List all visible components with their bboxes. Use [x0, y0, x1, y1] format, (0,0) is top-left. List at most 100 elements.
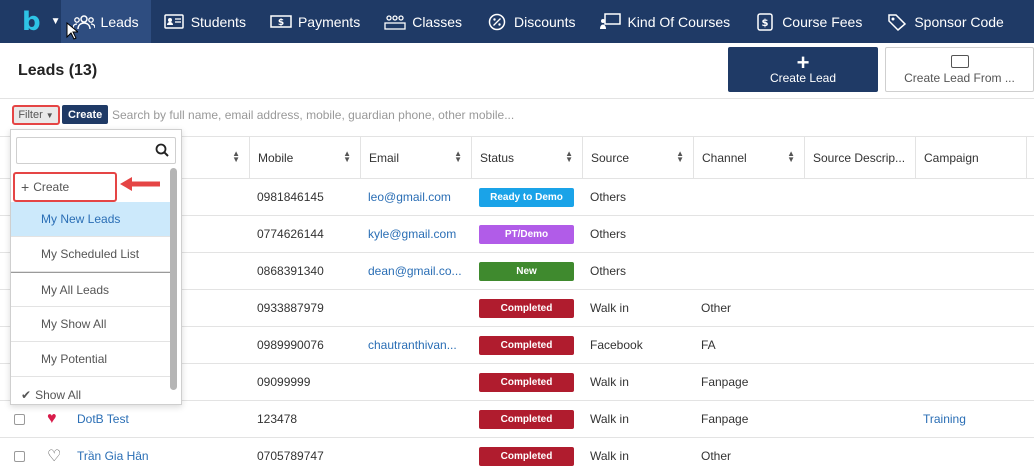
- cell-channel: [693, 253, 804, 289]
- column-label: Mobile: [258, 151, 294, 165]
- filter-option-my-new-leads[interactable]: My New Leads: [11, 202, 170, 237]
- column-header-email[interactable]: Email ▲ ▼: [360, 137, 471, 179]
- sort-icon: ▲ ▼: [343, 149, 351, 164]
- cell-status: Completed: [471, 290, 582, 326]
- nav-course-fees[interactable]: $ Course Fees: [742, 0, 874, 43]
- column-header-campaign[interactable]: Campaign: [915, 137, 1026, 179]
- filter-bar: Filter ▼ Create: [0, 100, 1034, 130]
- dropdown-scrollbar[interactable]: [170, 168, 177, 390]
- chalkboard-icon: [599, 13, 622, 31]
- filter-option-my-scheduled-list[interactable]: My Scheduled List: [11, 237, 170, 272]
- heart-outline-icon[interactable]: ♡: [47, 446, 61, 466]
- cell-name[interactable]: DotB Test: [69, 401, 249, 437]
- cell-channel: Other: [701, 449, 732, 463]
- cell-mobile: 0705789747: [257, 449, 324, 463]
- cell-name[interactable]: Trần Gia Hân: [69, 438, 249, 472]
- column-header-source-description[interactable]: Source Descrip...: [804, 137, 915, 179]
- filter-option-my-potential[interactable]: My Potential: [11, 342, 170, 377]
- nav-classes[interactable]: Classes: [372, 0, 474, 43]
- check-icon: ✔: [21, 388, 32, 402]
- cell-email: [360, 364, 471, 400]
- nav-kind-of-courses[interactable]: Kind Of Courses: [587, 0, 742, 43]
- status-badge: Completed: [479, 409, 574, 429]
- create-lead-from-button[interactable]: Create Lead From ...: [885, 47, 1034, 92]
- cell-source: Others: [590, 190, 627, 204]
- cell-source_desc: [804, 216, 915, 252]
- status-badge: New: [479, 261, 574, 281]
- create-filter-button[interactable]: Create: [62, 105, 109, 124]
- cell-channel: Other: [701, 301, 732, 315]
- nav-students[interactable]: Students: [151, 0, 258, 43]
- row-select-cell: ♡: [0, 438, 69, 472]
- nav-payments[interactable]: $ Payments: [258, 0, 372, 43]
- cell-email[interactable]: leo@gmail.com: [360, 179, 471, 215]
- cell-email[interactable]: chautranthivan...: [360, 327, 471, 363]
- annotation-arrow-icon: [120, 177, 160, 191]
- cell-email: [360, 438, 471, 472]
- cell-source: Facebook: [590, 338, 643, 352]
- top-navbar: b ▼ Leads Students $ Payments Classes Di…: [0, 0, 1034, 43]
- cell-mobile: 0774626144: [257, 227, 324, 241]
- column-header-status[interactable]: Status ▲ ▼: [471, 137, 582, 179]
- page-header: Leads (13) + Create Lead Create Lead Fro…: [0, 43, 1034, 99]
- caret-down-icon: ▼: [45, 110, 54, 120]
- cell-campaign: [915, 364, 1026, 400]
- cell-source_desc: [804, 401, 915, 437]
- table-row[interactable]: ♡ Trần Gia Hân 0705789747 Completed Walk in O…: [0, 438, 1034, 472]
- nav-discounts[interactable]: Discounts: [474, 0, 587, 43]
- filter-option-show-all[interactable]: ✔ Show All: [11, 385, 170, 405]
- dropdown-search-input[interactable]: [21, 138, 151, 163]
- column-header-mobile[interactable]: Mobile ▲ ▼: [249, 137, 360, 179]
- sort-icon: ▲ ▼: [787, 149, 795, 164]
- cell-email[interactable]: kyle@gmail.com: [360, 216, 471, 252]
- heart-filled-icon[interactable]: ♥: [47, 410, 57, 428]
- nav-course-fees-label: Course Fees: [782, 13, 863, 30]
- svg-text:$: $: [278, 18, 284, 28]
- plus-icon: +: [796, 49, 810, 75]
- row-checkbox[interactable]: [14, 413, 25, 425]
- cell-source: Walk in: [590, 412, 629, 426]
- nav-payments-label: Payments: [297, 13, 361, 30]
- filter-button[interactable]: Filter ▼: [12, 105, 60, 125]
- id-card-icon: [950, 54, 969, 68]
- mouse-cursor-icon: [66, 22, 78, 40]
- column-header-end: [1026, 137, 1034, 179]
- column-label: Source: [591, 151, 630, 165]
- sort-icon: ▲ ▼: [454, 149, 462, 164]
- show-all-label: Show All: [35, 388, 82, 402]
- cell-mobile: 0989990076: [257, 338, 324, 352]
- table-row[interactable]: ♥ DotB Test 123478 Completed Walk in Fanpage T…: [0, 401, 1034, 438]
- cell-status: New: [471, 253, 582, 289]
- cell-status: Ready to Demo: [471, 179, 582, 215]
- cell-email[interactable]: dean@gmail.co...: [360, 253, 471, 289]
- cell-channel: [693, 179, 804, 215]
- cell-campaign: [915, 179, 1026, 215]
- filter-option-my-all-leads[interactable]: My All Leads: [11, 272, 170, 307]
- create-lead-button[interactable]: + Create Lead: [728, 47, 878, 92]
- row-checkbox[interactable]: [14, 450, 25, 462]
- cell-email: [360, 290, 471, 326]
- classroom-icon: [384, 13, 406, 31]
- nav-kind-of-courses-label: Kind Of Courses: [627, 13, 731, 30]
- plus-icon: +: [21, 179, 30, 195]
- nav-sponsor-code-label: Sponsor Code: [914, 13, 1004, 30]
- status-badge: Ready to Demo: [479, 187, 574, 207]
- cell-status: Completed: [471, 364, 582, 400]
- dropdown-create-button[interactable]: + Create: [13, 172, 117, 202]
- cell-source: Others: [590, 264, 627, 278]
- column-header-channel[interactable]: Channel ▲ ▼: [693, 137, 804, 179]
- more-menu-icon[interactable]: ⋮: [1016, 11, 1034, 32]
- nav-sponsor-code[interactable]: Sponsor Code: [874, 0, 1016, 43]
- percent-icon: [486, 13, 508, 31]
- app-logo[interactable]: b ▼: [0, 0, 61, 43]
- sort-icon: ▲ ▼: [565, 149, 573, 164]
- cell-status: PT/Demo: [471, 216, 582, 252]
- search-input[interactable]: [112, 104, 712, 126]
- nav-discounts-label: Discounts: [514, 13, 576, 30]
- filter-label: Filter: [18, 109, 43, 121]
- filter-option-my-show-all[interactable]: My Show All: [11, 307, 170, 342]
- column-header-source[interactable]: Source ▲ ▼: [582, 137, 693, 179]
- money-icon: $: [270, 13, 292, 31]
- column-label: Status: [480, 151, 515, 165]
- cell-campaign[interactable]: Training: [915, 401, 1026, 437]
